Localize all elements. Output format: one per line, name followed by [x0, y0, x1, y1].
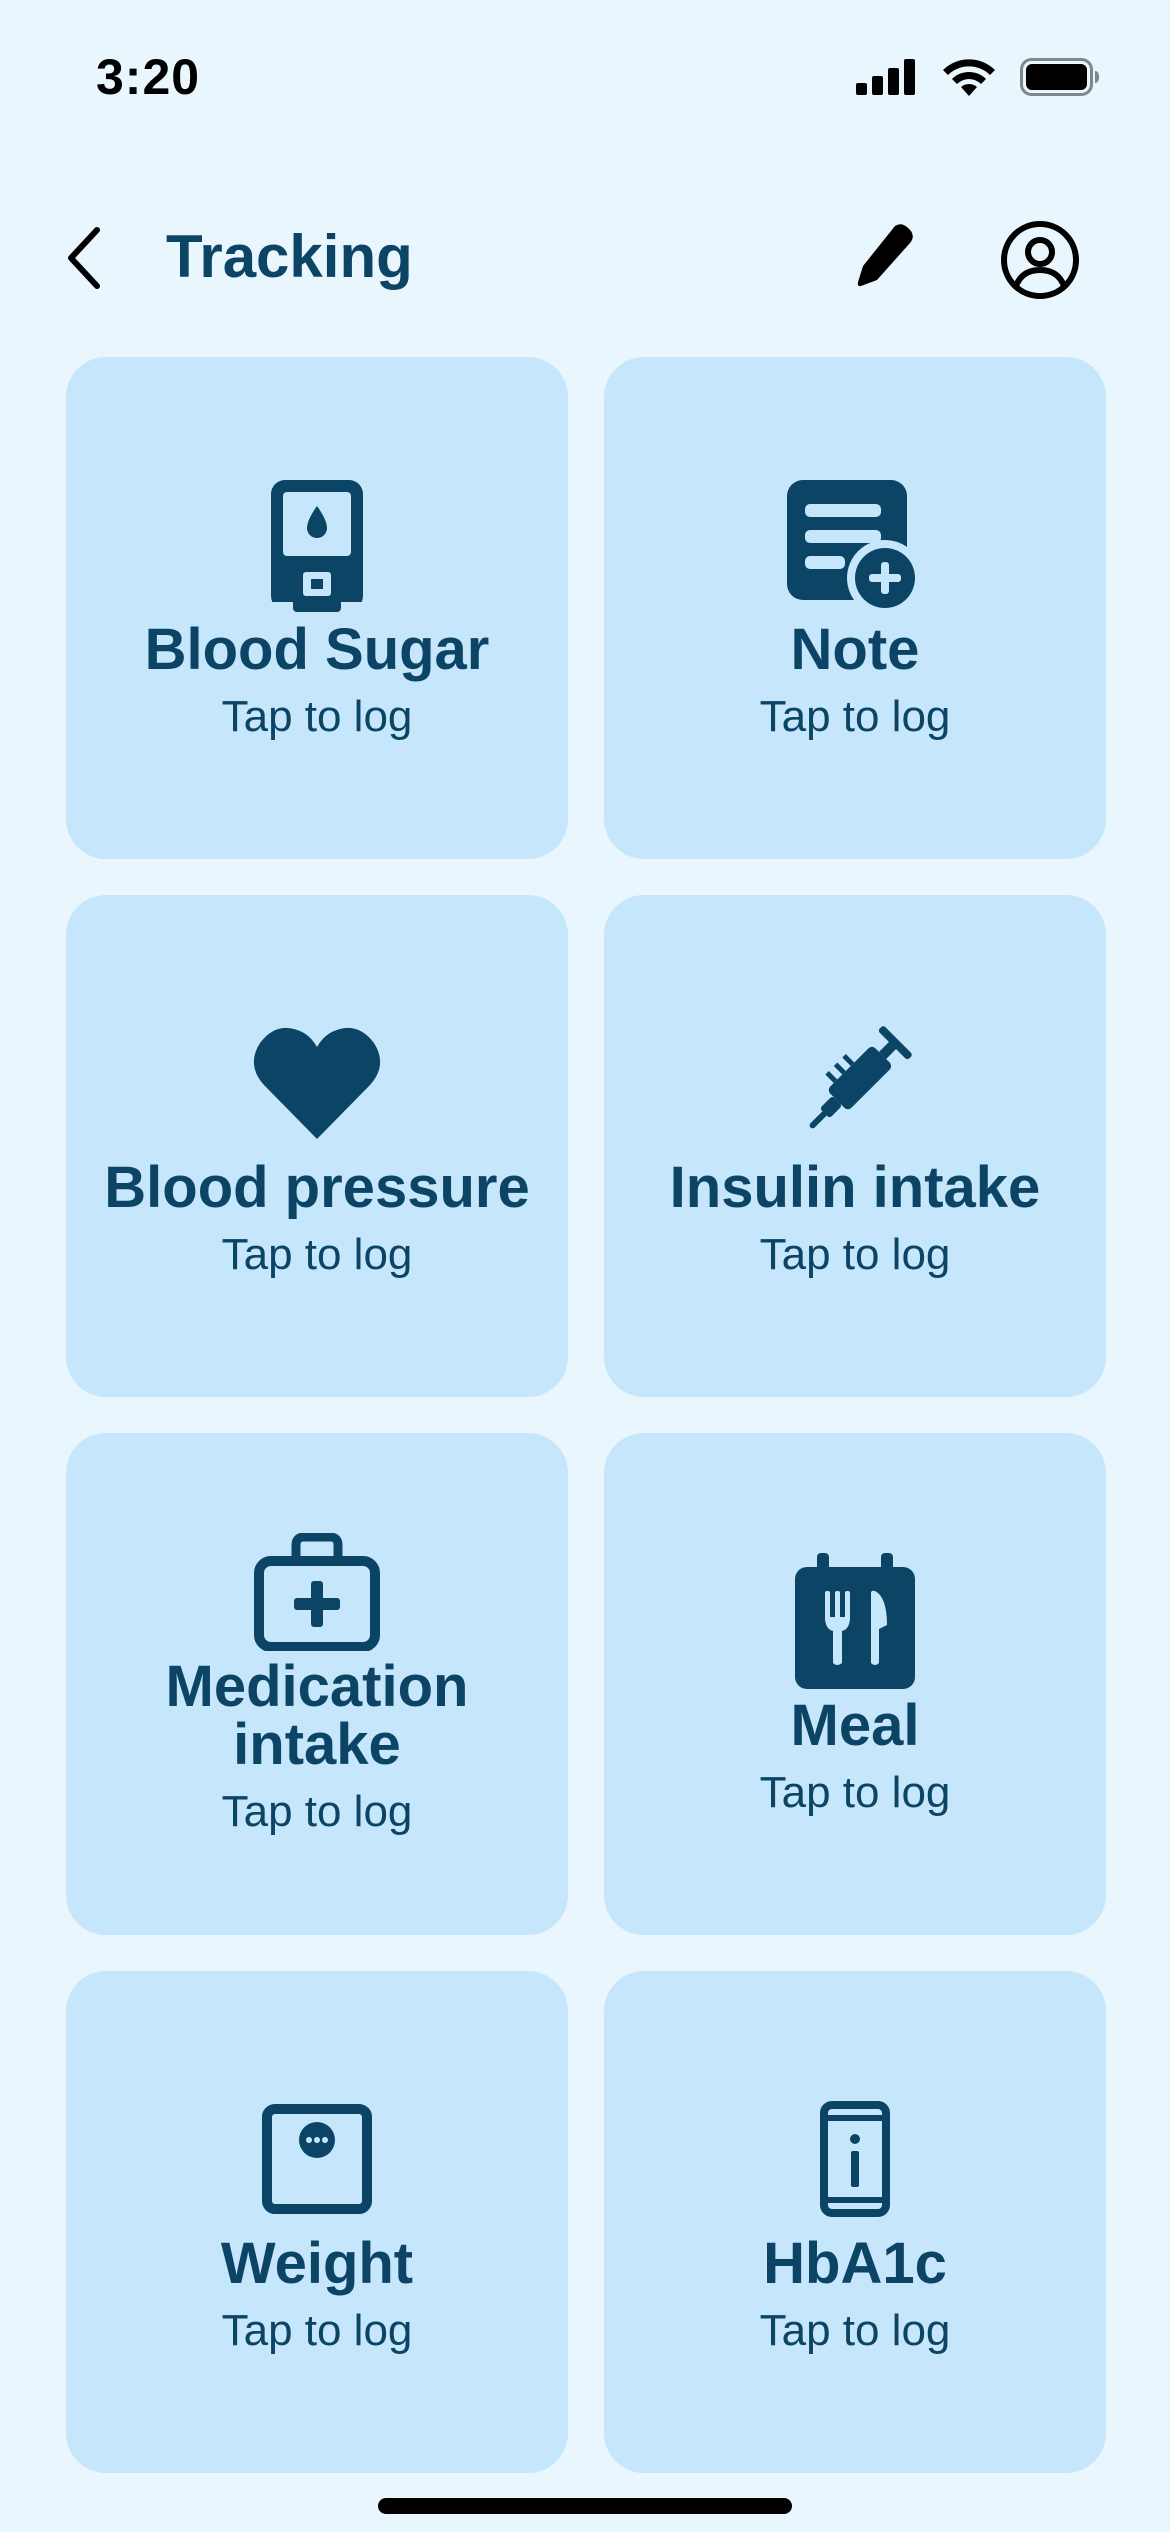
- meal-calendar-icon: [795, 1552, 915, 1689]
- status-icons: [856, 58, 1100, 96]
- tile-title: Insulin intake: [669, 1154, 1041, 1220]
- phone-info-icon: [820, 2100, 890, 2217]
- tile-subtitle: Tap to log: [221, 2305, 413, 2355]
- tile-subtitle: Tap to log: [221, 691, 413, 741]
- status-bar: 3:20: [0, 0, 1170, 150]
- edit-button[interactable]: [845, 215, 925, 295]
- user-circle-icon: [1001, 221, 1079, 299]
- tile-hba1c[interactable]: HbA1c Tap to log: [604, 1971, 1106, 2473]
- tile-blood-pressure[interactable]: Blood pressure Tap to log: [66, 895, 568, 1397]
- tile-title: Meal: [790, 1692, 920, 1758]
- page-title: Tracking: [166, 223, 413, 290]
- tile-subtitle: Tap to log: [759, 2305, 951, 2355]
- note-add-icon: [787, 479, 923, 612]
- battery-icon: [1020, 58, 1099, 96]
- tile-subtitle: Tap to log: [221, 1229, 413, 1279]
- scale-icon: [262, 2103, 372, 2214]
- tile-weight[interactable]: Weight Tap to log: [66, 1971, 568, 2473]
- tile-title: Medication intake: [165, 1653, 469, 1777]
- pencil-icon: [857, 224, 913, 287]
- tile-subtitle: Tap to log: [221, 1786, 413, 1836]
- tile-note[interactable]: Note Tap to log: [604, 357, 1106, 859]
- syringe-icon: [809, 1026, 912, 1129]
- cellular-signal-icon: [856, 59, 915, 95]
- tile-subtitle: Tap to log: [759, 1767, 951, 1817]
- tile-subtitle: Tap to log: [759, 691, 951, 741]
- wifi-icon: [943, 59, 995, 96]
- tile-title: Blood Sugar: [144, 616, 490, 682]
- status-time: 3:20: [96, 49, 201, 105]
- chevron-left-icon: [68, 227, 100, 289]
- tracking-grid: Blood Sugar Tap to log Note Tap to log B…: [66, 357, 1106, 2473]
- tile-title: Blood pressure: [104, 1154, 530, 1220]
- header: Tracking: [0, 200, 1170, 310]
- profile-button[interactable]: [995, 215, 1085, 305]
- medical-kit-icon: [254, 1532, 380, 1651]
- tile-title: Weight: [220, 2230, 414, 2296]
- home-indicator[interactable]: [378, 2498, 792, 2514]
- tile-title: HbA1c: [763, 2230, 947, 2296]
- tile-insulin-intake[interactable]: Insulin intake Tap to log: [604, 895, 1106, 1397]
- tile-meal[interactable]: Meal Tap to log: [604, 1433, 1106, 1935]
- tile-medication-intake[interactable]: Medication intake Tap to log: [66, 1433, 568, 1935]
- tile-blood-sugar[interactable]: Blood Sugar Tap to log: [66, 357, 568, 859]
- back-button[interactable]: [50, 218, 120, 298]
- tile-subtitle: Tap to log: [759, 1229, 951, 1279]
- tile-title: Note: [790, 616, 920, 682]
- glucose-meter-icon: [269, 479, 365, 612]
- heart-icon: [253, 1027, 381, 1139]
- tracking-screen: 3:20 Tracking Blood Sugar Tap to log Not…: [0, 0, 1170, 2532]
